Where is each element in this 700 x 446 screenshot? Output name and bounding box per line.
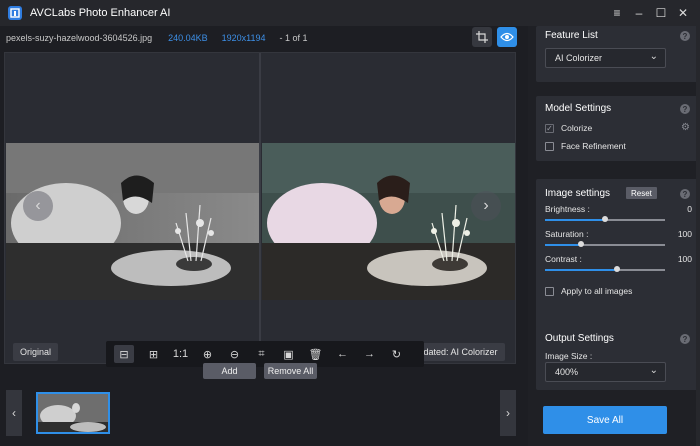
slider-handle[interactable]	[614, 266, 620, 272]
colorize-option[interactable]: ✓ Colorize	[545, 123, 592, 133]
model-settings-card: Model Settings ? ✓ Colorize ⚙ Face Refin…	[536, 96, 700, 161]
checkbox-icon[interactable]	[545, 286, 554, 296]
slider-fill	[545, 269, 617, 271]
preview-toggle-button[interactable]	[497, 27, 517, 47]
close-button[interactable]: ✕	[672, 0, 694, 26]
app-window: AVCLabs Photo Enhancer AI ≡ – ☐ ✕ pexels…	[0, 0, 700, 446]
panel-scrollbar[interactable]	[696, 26, 700, 446]
reset-button[interactable]: Reset	[626, 187, 657, 199]
title-bar: AVCLabs Photo Enhancer AI ≡ – ☐ ✕	[0, 0, 700, 26]
model-settings-title: Model Settings	[545, 103, 612, 114]
remove-all-button[interactable]: Remove All	[264, 363, 317, 379]
window-controls: ≡ – ☐ ✕	[606, 0, 694, 26]
help-icon[interactable]: ?	[680, 104, 690, 114]
slider-value: 100	[677, 254, 692, 264]
slider-track[interactable]	[545, 241, 665, 247]
apply-all-label: Apply to all images	[561, 286, 633, 296]
add-button[interactable]: Add	[203, 363, 256, 379]
help-icon[interactable]: ?	[680, 334, 690, 344]
original-label: Original	[13, 343, 59, 361]
slider-value: 0	[687, 204, 692, 214]
settings-panel: Feature List ? AI Colorizer ⌄ Model Sett…	[528, 26, 700, 446]
thumbnail-strip: ‹ ›	[0, 390, 528, 446]
feature-list-card: Feature List ? AI Colorizer ⌄	[536, 26, 700, 82]
compare-view-icon[interactable]: ⊞	[140, 341, 167, 367]
prev-image-button[interactable]: ‹	[23, 191, 53, 221]
chevron-down-icon: ⌄	[649, 365, 658, 376]
eye-icon	[500, 32, 514, 42]
maximize-button[interactable]: ☐	[650, 0, 672, 26]
output-settings-card: Output Settings ? Image Size : 400% ⌄	[536, 326, 700, 390]
refresh-icon[interactable]: ↻	[383, 341, 410, 367]
crop-icon	[476, 31, 488, 43]
checkbox-icon[interactable]	[545, 141, 554, 151]
slider-handle[interactable]	[602, 216, 608, 222]
file-info-bar: pexels-suzy-hazelwood-3604526.jpg 240.04…	[0, 26, 528, 50]
file-resolution: 1920x1194	[221, 33, 266, 43]
split-divider[interactable]	[259, 53, 261, 363]
face-refinement-option[interactable]: Face Refinement	[545, 141, 626, 151]
strip-next-button[interactable]: ›	[500, 390, 516, 436]
file-count: - 1 of 1	[279, 33, 308, 43]
app-logo-icon	[8, 6, 22, 20]
feature-list-title: Feature List	[545, 30, 598, 41]
workspace: pexels-suzy-hazelwood-3604526.jpg 240.04…	[0, 26, 528, 446]
actual-size-button[interactable]: 1:1	[167, 341, 194, 367]
slider-label: Contrast :	[545, 254, 582, 264]
slider-track[interactable]	[545, 266, 665, 272]
slider-track[interactable]	[545, 216, 665, 222]
slider-handle[interactable]	[578, 241, 584, 247]
app-title: AVCLabs Photo Enhancer AI	[30, 7, 171, 19]
image-settings-title: Image settings	[545, 188, 611, 199]
next-image-button[interactable]: ›	[471, 191, 501, 221]
menu-icon[interactable]: ≡	[606, 0, 628, 26]
image-size-label: Image Size :	[545, 351, 593, 361]
save-all-button[interactable]: Save All	[543, 406, 667, 434]
file-size: 240.04KB	[168, 33, 208, 43]
minimize-button[interactable]: –	[628, 0, 650, 26]
face-refinement-label: Face Refinement	[561, 141, 626, 151]
feature-select[interactable]: AI Colorizer ⌄	[545, 48, 666, 68]
output-settings-title: Output Settings	[545, 333, 614, 344]
checkbox-checked-icon[interactable]: ✓	[545, 123, 554, 133]
original-image	[6, 143, 259, 300]
help-icon[interactable]: ?	[680, 189, 690, 199]
arrow-left-icon[interactable]: ←	[329, 341, 356, 367]
gear-icon[interactable]: ⚙	[681, 122, 690, 133]
slider-value: 100	[677, 229, 692, 239]
strip-prev-button[interactable]: ‹	[6, 390, 22, 436]
colorize-label: Colorize	[561, 123, 593, 133]
colorized-image	[262, 143, 515, 300]
image-size-select[interactable]: 400% ⌄	[545, 362, 666, 382]
slider-label: Brightness :	[545, 204, 590, 214]
split-view-icon[interactable]: ⊟	[114, 345, 134, 363]
thumbnail-item[interactable]	[36, 392, 110, 434]
help-icon[interactable]: ?	[680, 31, 690, 41]
arrow-right-icon[interactable]: →	[356, 341, 383, 367]
chevron-down-icon: ⌄	[649, 51, 658, 62]
image-viewer[interactable]: ‹ › Original Updated: AI Colorizer ⊟ ⊞ 1:1…	[4, 52, 516, 367]
apply-all-option[interactable]: Apply to all images	[545, 286, 632, 296]
crop-view-button[interactable]	[472, 27, 492, 47]
file-name: pexels-suzy-hazelwood-3604526.jpg	[6, 33, 153, 43]
feature-select-value: AI Colorizer	[555, 53, 603, 63]
slider-fill	[545, 219, 605, 221]
slider-label: Saturation :	[545, 229, 589, 239]
image-size-value: 400%	[555, 367, 579, 377]
image-settings-card: Image settings Reset ? Brightness : 0 Satu…	[536, 179, 700, 332]
slider-fill	[545, 244, 581, 246]
